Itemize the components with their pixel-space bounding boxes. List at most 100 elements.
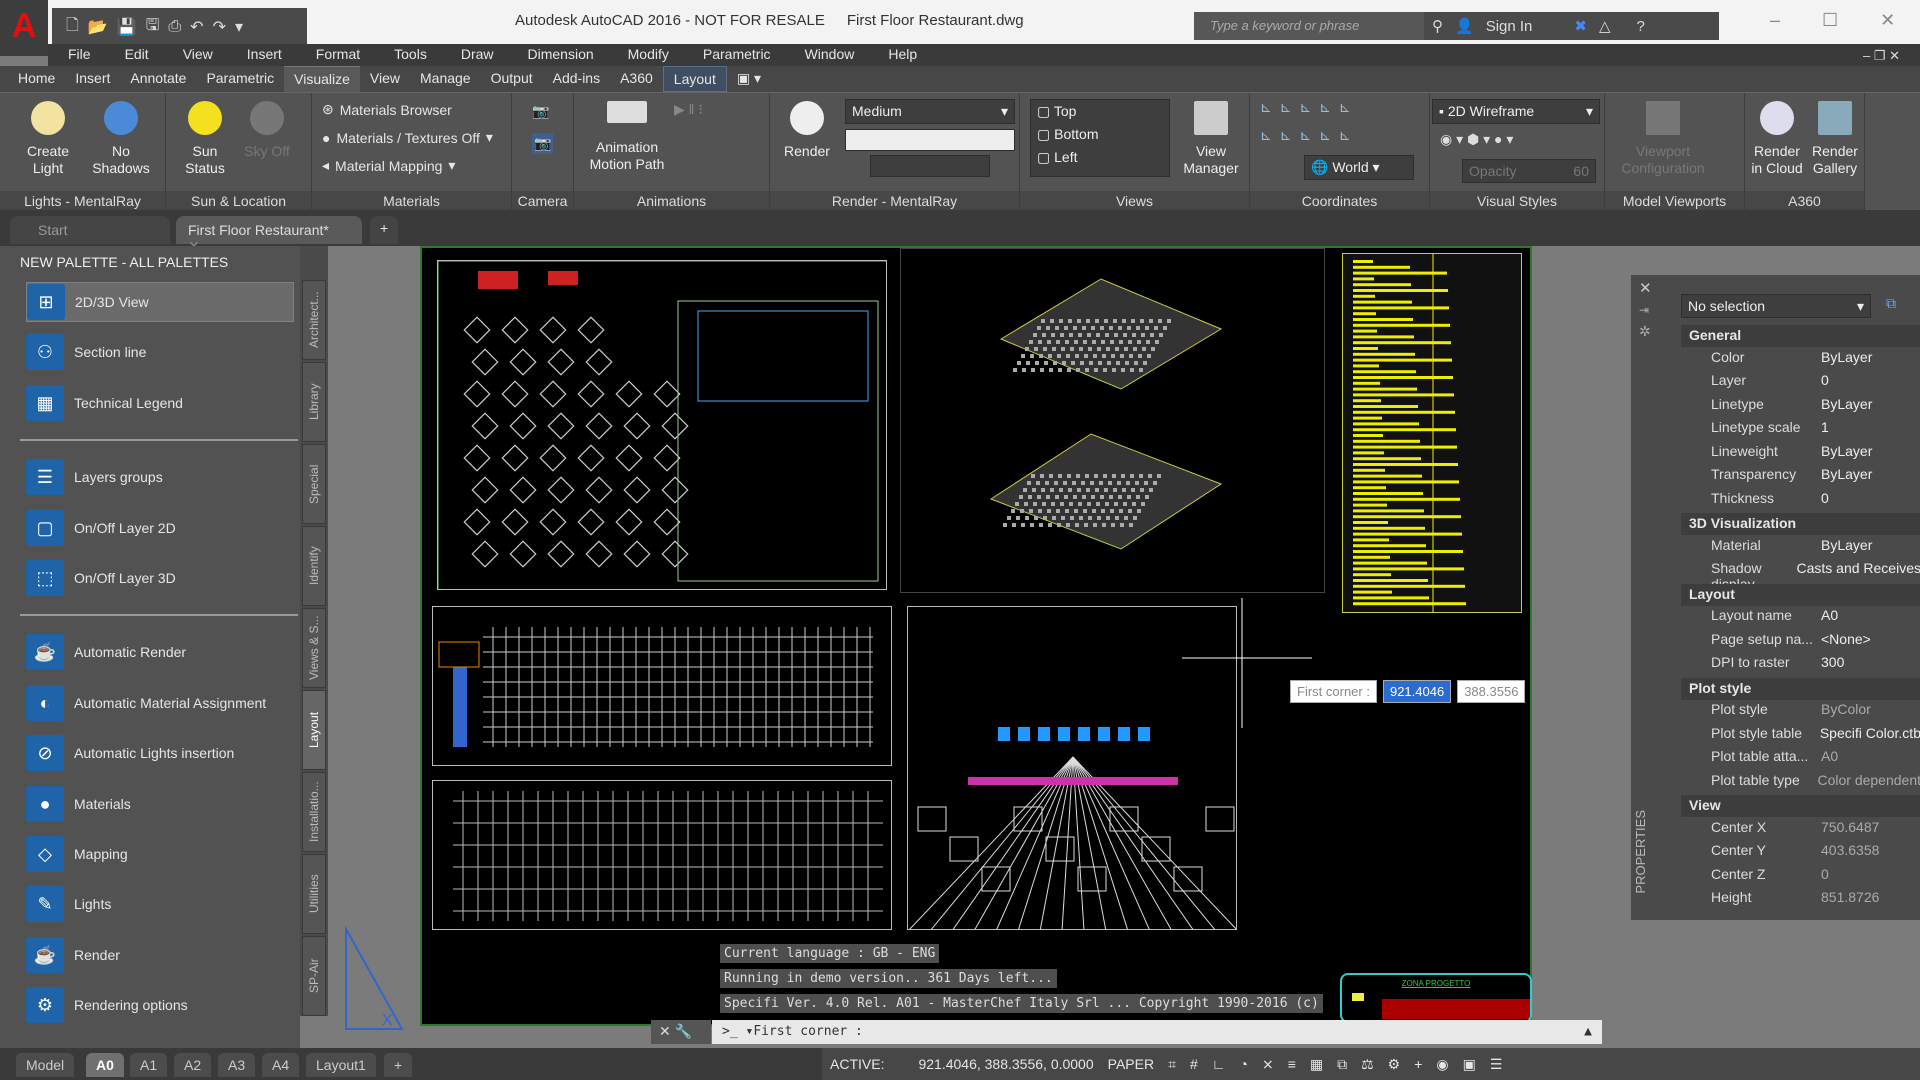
isolate-icon[interactable]: ◉ (1436, 1056, 1448, 1073)
tab-parametric[interactable]: Parametric (196, 66, 284, 92)
selection-dropdown[interactable]: No selection ▾ (1681, 294, 1871, 318)
application-menu-button[interactable]: A (0, 0, 48, 56)
property-row[interactable]: Color ByLayer (1711, 349, 1920, 372)
layout-tab-a2[interactable]: A2 (174, 1053, 212, 1077)
workspace-gear-icon[interactable]: ⚙ (1388, 1056, 1401, 1073)
viewport-3d-views[interactable] (900, 248, 1325, 593)
coordinates-readout[interactable]: 921.4046, 388.3556, 0.0000 (918, 1056, 1093, 1072)
camera-display-icon[interactable]: 📷 (532, 133, 554, 154)
wrench-icon[interactable]: 🔧 (675, 1023, 692, 1039)
tab-visualize[interactable]: Visualize (284, 66, 360, 92)
command-history-arrow[interactable]: ▲ (1584, 1024, 1592, 1039)
property-row[interactable]: Material ByLayer (1711, 537, 1920, 560)
menu-modify[interactable]: Modify (608, 44, 683, 66)
exchange-icon[interactable]: ✖ (1574, 17, 1587, 35)
animation-motion-path-button[interactable]: Animation Motion Path (584, 101, 670, 173)
opacity-slider[interactable]: Opacity 60 (1462, 159, 1596, 183)
property-row[interactable]: Thickness 0 (1711, 490, 1920, 513)
tab-first-floor-restaurant[interactable]: First Floor Restaurant* ✕ (176, 216, 362, 254)
property-row[interactable]: Center Z 0 (1711, 866, 1920, 889)
polar-icon[interactable]: ◔ (1239, 1056, 1247, 1072)
menu-format[interactable]: Format (296, 44, 374, 66)
sign-in-button[interactable]: Sign In (1486, 18, 1533, 35)
palette-item[interactable]: ☕ Render (26, 935, 294, 975)
property-section[interactable]: Plot style (1681, 677, 1920, 700)
menu-view[interactable]: View (163, 44, 227, 66)
palette-tab[interactable]: Layout (302, 690, 326, 770)
new-tab-button[interactable]: + (370, 216, 399, 244)
transparency-icon[interactable]: ▦ (1310, 1056, 1323, 1073)
property-row[interactable]: Center Y 403.6358 (1711, 842, 1920, 865)
property-row[interactable]: Plot style ByColor (1711, 701, 1920, 724)
render-button[interactable]: Render (782, 101, 832, 160)
palette-item[interactable]: ⚇ Section line (26, 332, 294, 372)
palette-item[interactable]: ⚙ Rendering options (26, 985, 294, 1025)
menu-window[interactable]: Window (785, 44, 869, 66)
palette-tab[interactable]: Library (302, 362, 326, 442)
palette-tab[interactable]: Identify (302, 526, 326, 606)
quick-select-icon[interactable]: ⧉ (1886, 295, 1896, 312)
undo-icon[interactable]: ↶ (190, 17, 203, 37)
ucs-tools-2[interactable]: ⊾⊾⊾⊾⊾ (1260, 127, 1359, 144)
viewport-configuration-button[interactable]: Viewport Configuration (1613, 101, 1713, 177)
a360-icon[interactable]: △ (1599, 17, 1611, 35)
lineweight-icon[interactable]: ≡ (1288, 1056, 1296, 1072)
visual-style-dropdown[interactable]: ▪ 2D Wireframe ▾ (1432, 99, 1600, 124)
layout-tab-a3[interactable]: A3 (218, 1053, 256, 1077)
panel-title[interactable]: Sun & Location (166, 191, 311, 211)
property-row[interactable]: Linetype scale 1 (1711, 419, 1920, 442)
property-section[interactable]: Layout (1681, 583, 1920, 606)
property-row[interactable]: DPI to raster 300 (1711, 654, 1920, 677)
render-quality-dropdown[interactable]: Medium ▾ (845, 99, 1015, 124)
ortho-icon[interactable]: ∟ (1212, 1056, 1226, 1072)
menu-parametric[interactable]: Parametric (683, 44, 785, 66)
autohide-icon[interactable]: ⇥ (1639, 303, 1649, 317)
tab-options-icon[interactable]: ▣ ▾ (727, 66, 771, 92)
playback-controls[interactable]: ▶ ‖ ⁝ (674, 101, 703, 118)
property-row[interactable]: Height 851.8726 (1711, 889, 1920, 912)
ucs-dropdown[interactable]: 🌐 World ▾ (1304, 155, 1414, 180)
property-section[interactable]: 3D Visualization (1681, 513, 1920, 535)
panel-title[interactable]: Visual Styles (1430, 191, 1604, 211)
palette-item[interactable]: ● Materials (26, 784, 294, 824)
open-icon[interactable]: 📂 (88, 17, 108, 37)
snap-icon[interactable]: ⌗ (1168, 1056, 1176, 1073)
views-list[interactable]: ▢ Top ▢ Bottom ▢ Left (1030, 99, 1170, 177)
tab-add-ins[interactable]: Add-ins (543, 66, 610, 92)
palette-tab[interactable]: Utilities (302, 854, 326, 934)
create-camera-icon[interactable]: 📷 (532, 103, 549, 120)
materials-browser-button[interactable]: ⊛ Materials Browser (322, 101, 452, 118)
menu-tools[interactable]: Tools (374, 44, 441, 66)
paper-space-toggle[interactable]: PAPER (1108, 1056, 1154, 1072)
no-shadows-button[interactable]: No Shadows (86, 101, 156, 177)
save-icon[interactable]: 💾 (117, 17, 137, 37)
sun-status-button[interactable]: Sun Status (180, 101, 230, 177)
property-row[interactable]: Layout name A0 (1711, 607, 1920, 630)
property-row[interactable]: Linetype ByLayer (1711, 396, 1920, 419)
layout-tab-a0[interactable]: A0 (86, 1053, 124, 1077)
menu-edit[interactable]: Edit (105, 44, 163, 66)
close-icon[interactable]: ✕ (1639, 279, 1652, 297)
palette-item[interactable]: ▦ Technical Legend (26, 383, 294, 423)
viewport-section-b[interactable] (432, 780, 892, 930)
doc-window-controls[interactable]: – ❐ ✕ (1843, 46, 1914, 64)
palette-item[interactable]: ▢ On/Off Layer 2D (26, 508, 294, 548)
palette-item[interactable]: ☰ Layers groups (26, 457, 294, 497)
print-icon[interactable]: ⎙ (168, 18, 181, 36)
materials-textures-button[interactable]: ● Materials / Textures Off ▾ (322, 129, 493, 146)
view-bottom[interactable]: ▢ Bottom (1037, 123, 1163, 146)
property-row[interactable]: Shadow display Casts and Receives (1711, 560, 1920, 592)
add-layout-button[interactable]: + (384, 1053, 413, 1077)
palette-tab[interactable]: Architect... (302, 280, 326, 360)
property-row[interactable]: Plot style table Specifi Color.ctb (1711, 725, 1920, 748)
layout-tab-a1[interactable]: A1 (130, 1053, 168, 1077)
customize-icon[interactable]: ☰ (1490, 1056, 1503, 1073)
viewport-section-a[interactable] (432, 606, 892, 766)
palette-item[interactable]: ⊘ Automatic Lights insertion (26, 733, 294, 773)
tab-manage[interactable]: Manage (410, 66, 481, 92)
panel-title[interactable]: Camera (512, 191, 573, 211)
palette-tab[interactable]: SP-Air (302, 936, 326, 1016)
close-icon[interactable]: ✕ (659, 1023, 671, 1039)
dynamic-input-x[interactable]: 921.4046 (1382, 680, 1452, 703)
render-gallery-button[interactable]: Render Gallery (1807, 101, 1863, 177)
